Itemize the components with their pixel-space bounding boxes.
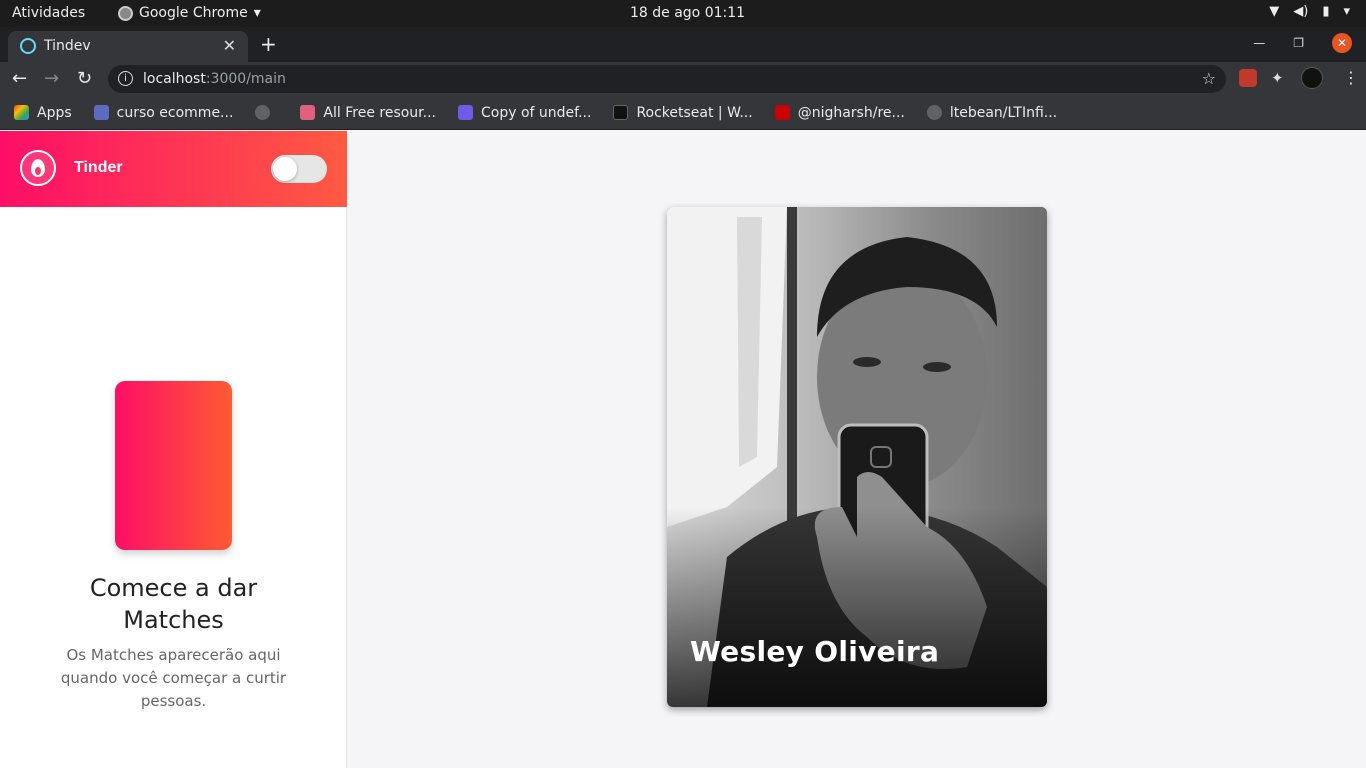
activities-button[interactable]: Atividades [12, 5, 85, 21]
avatar[interactable] [1301, 67, 1323, 89]
tinder-flame-icon[interactable] [20, 150, 56, 186]
close-window-icon[interactable]: ✕ [1332, 33, 1352, 53]
bookmark-item[interactable]: Rocketseat | W... [613, 105, 753, 121]
react-favicon-icon [20, 38, 36, 54]
share-icon [458, 105, 474, 120]
restore-icon[interactable]: ❐ [1293, 36, 1304, 50]
tab-tindev[interactable]: Tindev ✕ [8, 31, 248, 62]
github-icon [255, 105, 271, 120]
minimize-icon[interactable]: — [1253, 36, 1265, 50]
bookmarks-bar: Apps curso ecomme... All Free resour... … [0, 96, 1366, 130]
bookmark-item[interactable]: Copy of undef... [458, 105, 591, 121]
bookmark-item[interactable]: @nigharsh/re... [774, 105, 905, 121]
sidebar-header: Tinder [0, 131, 347, 207]
menu-icon[interactable]: ⋮ [1343, 68, 1359, 87]
tab-strip: Tindev ✕ + — ❐ ✕ [0, 27, 1366, 62]
reload-icon[interactable]: ↻ [77, 68, 92, 89]
info-icon[interactable]: i [118, 71, 133, 86]
volume-icon: ◀) [1293, 4, 1309, 19]
empty-matches-illustration [115, 381, 232, 550]
empty-matches-subtitle: Os Matches aparecerão aqui quando você c… [60, 646, 287, 710]
window-controls: — ❐ ✕ [1253, 33, 1352, 53]
apps-grid-icon [14, 105, 29, 120]
system-tray[interactable]: ▼ ◀) ▮ ▾ [1269, 4, 1350, 19]
bookmark-item[interactable]: All Free resour... [300, 105, 436, 121]
bookmark-star-icon[interactable]: ☆ [1202, 69, 1216, 88]
profile-photo [667, 207, 1047, 707]
s-icon [300, 105, 316, 120]
github-icon [926, 105, 942, 120]
back-icon[interactable]: ← [12, 68, 27, 89]
extension-icon[interactable] [1239, 69, 1257, 87]
doc-icon [93, 105, 109, 120]
battery-icon: ▮ [1322, 4, 1330, 19]
profile-name: Wesley Oliveira [690, 635, 940, 668]
wifi-icon: ▼ [1269, 4, 1280, 19]
tab-title: Tindev [44, 38, 91, 54]
brand-name: Tinder [74, 159, 123, 176]
chevron-down-icon: ▾ [253, 5, 261, 21]
bookmark-item[interactable]: Apps [14, 105, 72, 121]
chrome-icon [118, 5, 133, 21]
system-top-bar: Atividades Google Chrome ▾ 18 de ago 01:… [0, 0, 1366, 27]
app-menu[interactable]: Google Chrome ▾ [118, 5, 261, 21]
url-text: localhost:3000/main [143, 71, 286, 87]
chevron-down-icon: ▾ [1343, 4, 1350, 19]
app-menu-label: Google Chrome [139, 5, 248, 21]
system-clock[interactable]: 18 de ago 01:11 [630, 5, 745, 21]
close-tab-icon[interactable]: ✕ [223, 36, 236, 55]
bookmark-item[interactable] [255, 105, 278, 120]
page-content: Tinder Comece a dar Matches Os Matches a… [0, 131, 1366, 768]
mode-toggle[interactable] [271, 155, 327, 183]
toggle-knob [273, 157, 297, 181]
profile-card[interactable]: Wesley Oliveira [667, 207, 1047, 707]
matches-sidebar: Tinder Comece a dar Matches Os Matches a… [0, 131, 347, 768]
forward-icon[interactable]: → [44, 68, 59, 89]
rocketseat-icon [613, 105, 629, 120]
puzzle-icon[interactable]: ✦ [1271, 69, 1289, 87]
bookmark-item[interactable]: curso ecomme... [93, 105, 233, 121]
npm-icon [774, 105, 790, 120]
new-tab-button[interactable]: + [260, 32, 277, 56]
empty-matches-title: Comece a dar Matches [89, 574, 258, 634]
browser-toolbar: ← → ↻ i localhost:3000/main ☆ ✦ ⋮ [0, 62, 1366, 96]
address-bar[interactable]: i localhost:3000/main ☆ [108, 65, 1226, 93]
bookmark-item[interactable]: ltebean/LTInfi... [926, 105, 1057, 121]
